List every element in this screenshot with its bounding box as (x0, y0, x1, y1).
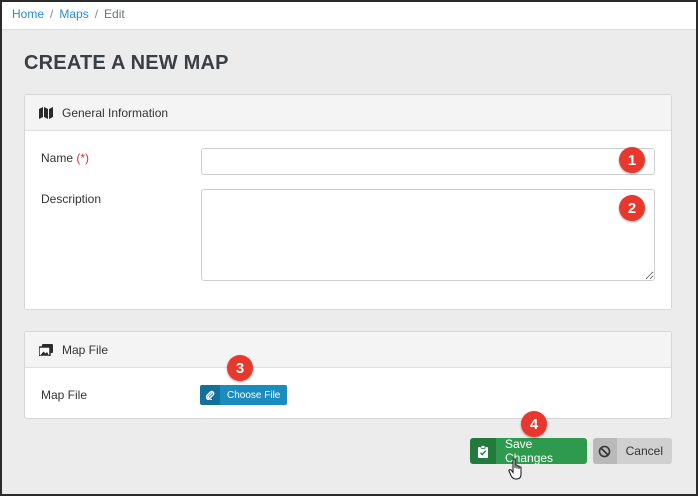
cancel-label: Cancel (616, 438, 672, 464)
cancel-button[interactable]: Cancel (593, 438, 672, 464)
callout-badge-2: 2 (619, 195, 645, 221)
name-label-text: Name (41, 151, 74, 165)
choose-file-button[interactable]: Choose File (200, 385, 288, 405)
map-icon (39, 106, 53, 119)
name-input[interactable] (201, 148, 655, 175)
choose-file-label: Choose File (220, 385, 288, 405)
required-marker: (*) (76, 151, 90, 165)
page-title: CREATE A NEW MAP (24, 52, 229, 74)
map-file-label: Map File (41, 388, 88, 402)
general-information-title: General Information (62, 105, 169, 120)
hand-pointer-cursor-icon (508, 458, 522, 480)
window-frame: Home / Maps / Edit CREATE A NEW MAP General … (0, 0, 698, 496)
description-textarea[interactable] (201, 189, 655, 281)
callout-badge-1: 1 (619, 147, 645, 173)
breadcrumb-current: Edit (104, 7, 125, 21)
callout-badge-4: 4 (521, 411, 547, 437)
map-file-row: Map File Choose File (25, 368, 671, 418)
breadcrumb: Home / Maps / Edit (2, 2, 696, 30)
breadcrumb-maps-link[interactable]: Maps (59, 7, 88, 21)
clipboard-check-icon (470, 438, 496, 464)
ban-icon (593, 438, 617, 464)
general-information-header: General Information (25, 95, 671, 131)
breadcrumb-separator: / (94, 7, 99, 21)
images-icon (39, 343, 53, 356)
callout-badge-3: 3 (227, 355, 253, 381)
description-label: Description (41, 192, 102, 206)
breadcrumb-separator: / (50, 7, 54, 21)
map-file-title: Map File (62, 342, 109, 357)
save-changes-button[interactable]: Save Changes (470, 438, 587, 464)
breadcrumb-home-link[interactable]: Home (12, 7, 44, 21)
map-file-header: Map File (25, 332, 671, 368)
general-information-card: General Information Name (*) Description (24, 94, 672, 310)
map-file-card: Map File Map File Choose File (24, 331, 672, 419)
name-label: Name (*) (41, 151, 89, 165)
paperclip-icon (200, 385, 220, 405)
